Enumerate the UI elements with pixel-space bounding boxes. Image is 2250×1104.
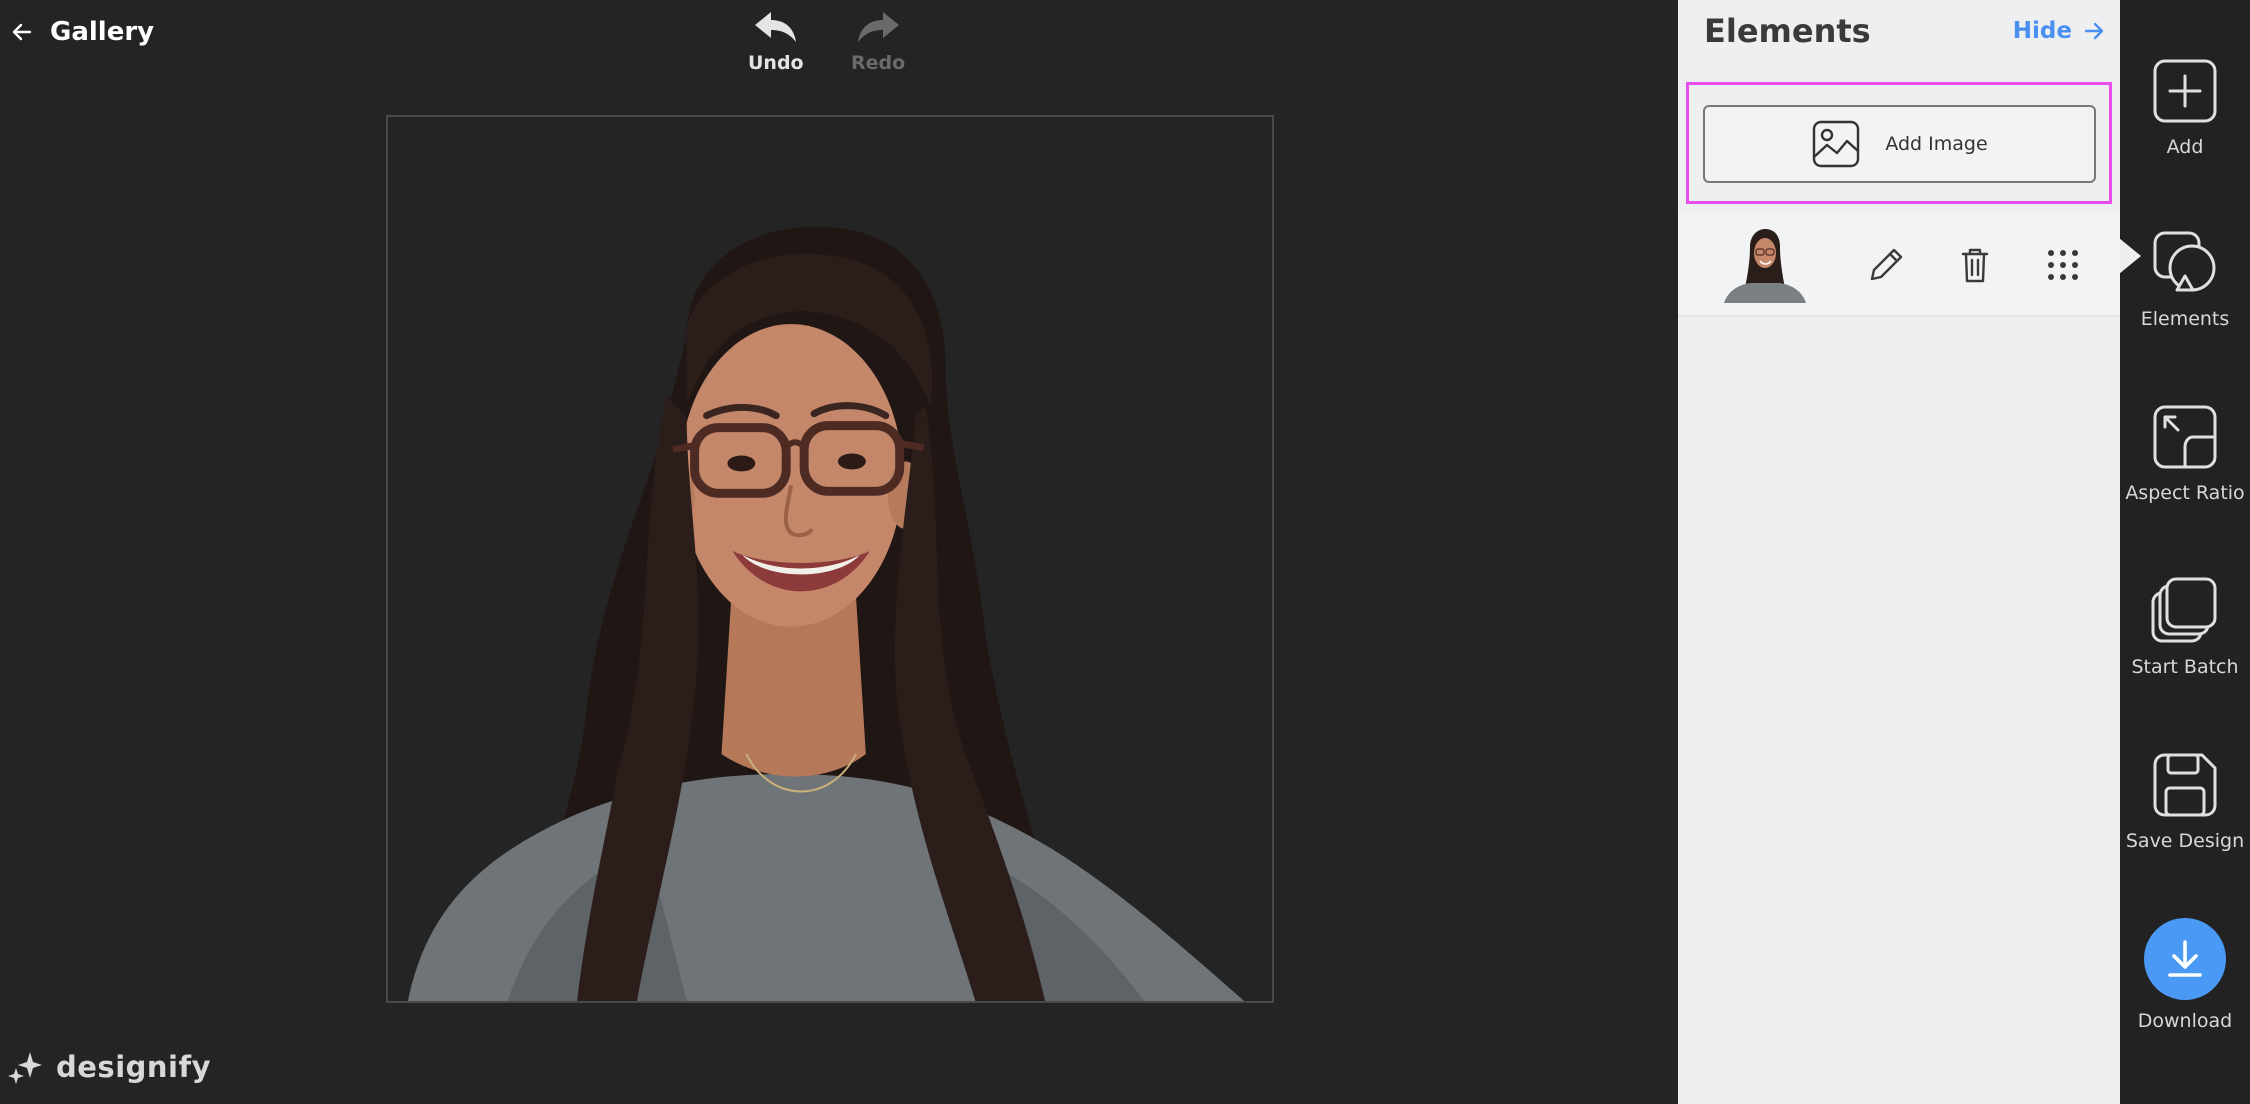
tool-download-label: Download xyxy=(2137,1010,2233,1032)
download-icon xyxy=(2168,940,2202,977)
hide-panel-button[interactable]: Hide xyxy=(2013,18,2106,44)
back-to-gallery-link[interactable]: Gallery xyxy=(10,14,154,50)
tool-start-batch[interactable]: Start Batch xyxy=(2120,576,2250,678)
add-image-label: Add Image xyxy=(1885,133,1988,155)
delete-element-button[interactable] xyxy=(1953,243,1997,287)
right-toolbar: Add Elements Aspect Ratio Start Batch Sa… xyxy=(2119,0,2250,1104)
plus-square-icon xyxy=(2153,59,2217,123)
redo-icon xyxy=(858,12,900,42)
design-canvas[interactable] xyxy=(386,115,1274,1003)
panel-title: Elements xyxy=(1704,12,1871,50)
tool-add-label: Add xyxy=(2166,136,2204,158)
sparkle-icon xyxy=(8,1052,42,1084)
redo-button[interactable]: Redo xyxy=(851,10,905,74)
thumbnail-image xyxy=(1722,227,1808,303)
add-image-highlight: Add Image xyxy=(1686,82,2112,204)
element-row[interactable] xyxy=(1678,213,2120,317)
redo-label: Redo xyxy=(851,52,906,74)
add-image-button[interactable]: Add Image xyxy=(1703,105,2096,183)
designify-logo: designify xyxy=(8,1050,211,1084)
stack-icon xyxy=(2151,577,2217,643)
aspect-ratio-icon xyxy=(2153,405,2217,469)
drag-element-handle[interactable] xyxy=(2041,243,2085,287)
hide-label: Hide xyxy=(2012,18,2072,44)
tool-download[interactable]: Download xyxy=(2120,918,2250,1032)
trash-icon xyxy=(1961,248,1989,283)
logo-text: designify xyxy=(56,1050,211,1084)
image-icon xyxy=(1813,120,1860,168)
portrait-image[interactable] xyxy=(388,117,1272,1001)
undo-button[interactable]: Undo xyxy=(748,10,804,74)
arrow-left-icon xyxy=(12,23,32,41)
tool-aspect-label: Aspect Ratio xyxy=(2125,482,2245,504)
tool-aspect-ratio[interactable]: Aspect Ratio xyxy=(2120,402,2250,504)
download-button[interactable] xyxy=(2144,918,2226,1000)
tool-batch-label: Start Batch xyxy=(2131,656,2239,678)
undo-icon xyxy=(754,12,796,42)
tool-save-label: Save Design xyxy=(2125,830,2245,852)
tool-save-design[interactable]: Save Design xyxy=(2120,750,2250,852)
back-label: Gallery xyxy=(50,17,155,47)
tool-add[interactable]: Add xyxy=(2120,56,2250,158)
tool-elements-label: Elements xyxy=(2140,308,2230,330)
tool-elements[interactable]: Elements xyxy=(2120,228,2250,330)
floppy-icon xyxy=(2153,753,2217,817)
drag-handle-icon xyxy=(2048,250,2078,280)
edit-element-button[interactable] xyxy=(1864,243,1908,287)
elements-panel: Elements Hide Add Image xyxy=(1678,0,2120,1104)
undo-label: Undo xyxy=(748,52,804,74)
shapes-icon xyxy=(2153,231,2216,292)
pencil-icon xyxy=(1870,248,1903,281)
arrow-right-icon xyxy=(2084,22,2104,40)
element-thumbnail[interactable] xyxy=(1722,227,1808,303)
